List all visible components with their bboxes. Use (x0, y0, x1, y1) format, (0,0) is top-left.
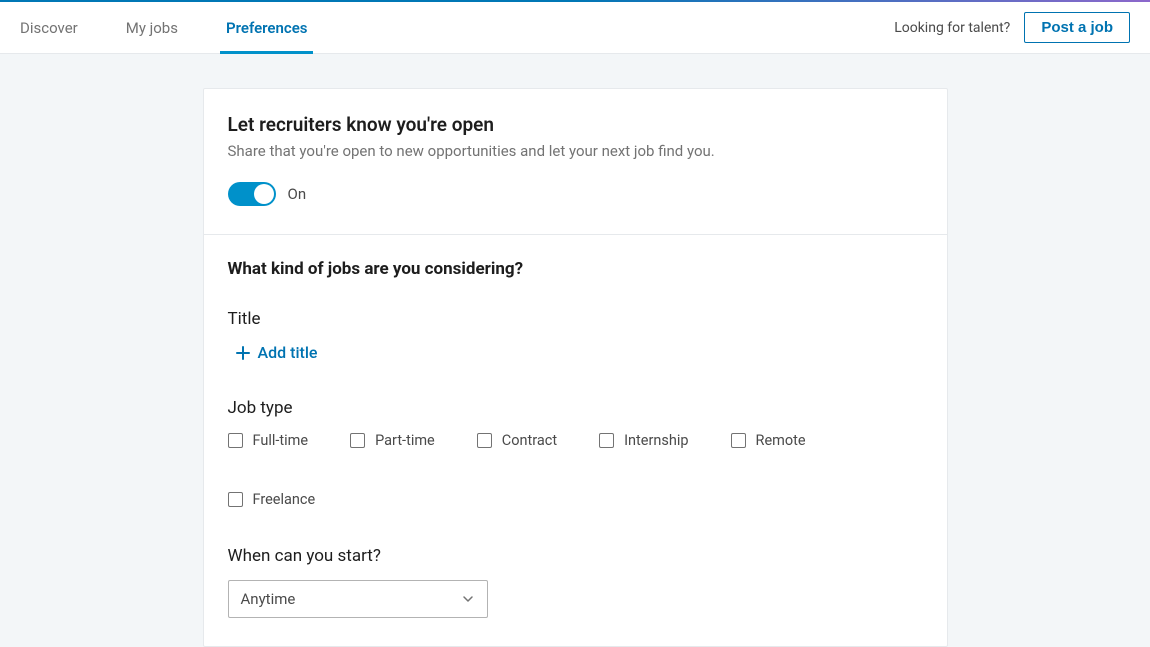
checkbox-label: Remote (756, 432, 806, 449)
open-to-work-section: Let recruiters know you're open Share th… (204, 89, 947, 235)
plus-icon (236, 346, 250, 360)
start-date-select-wrap: Anytime (228, 580, 488, 618)
tab-discover[interactable]: Discover (20, 2, 102, 54)
checkbox-label: Freelance (253, 491, 316, 508)
select-value: Anytime (241, 590, 296, 608)
section-subtitle: Share that you're open to new opportunit… (228, 142, 923, 160)
checkbox-remote[interactable]: Remote (731, 432, 806, 449)
checkbox-box (228, 492, 243, 507)
tab-my-jobs[interactable]: My jobs (102, 2, 202, 54)
job-type-field-label: Job type (228, 398, 923, 418)
section-title: Let recruiters know you're open (228, 113, 923, 136)
tab-label: My jobs (126, 19, 178, 37)
checkbox-label: Part-time (375, 432, 435, 449)
post-job-button[interactable]: Post a job (1024, 12, 1130, 43)
checkbox-label: Internship (624, 432, 688, 449)
checkbox-box (731, 433, 746, 448)
tab-preferences[interactable]: Preferences (202, 2, 332, 54)
nav-right: Looking for talent? Post a job (894, 12, 1130, 43)
checkbox-box (599, 433, 614, 448)
checkbox-part-time[interactable]: Part-time (350, 432, 435, 449)
preferences-card: Let recruiters know you're open Share th… (203, 88, 948, 647)
talent-prompt-text: Looking for talent? (894, 20, 1010, 36)
job-form-section: What kind of jobs are you considering? T… (204, 235, 947, 646)
chevron-down-icon (461, 592, 475, 606)
navbar: Discover My jobs Preferences Looking for… (0, 2, 1150, 54)
checkbox-full-time[interactable]: Full-time (228, 432, 309, 449)
job-type-options: Full-time Part-time Contract Internship … (228, 432, 923, 508)
add-title-button[interactable]: Add title (236, 343, 318, 362)
toggle-knob (254, 184, 274, 204)
title-field-label: Title (228, 309, 923, 329)
start-date-select[interactable]: Anytime (228, 580, 488, 618)
checkbox-freelance[interactable]: Freelance (228, 491, 316, 508)
open-toggle[interactable] (228, 182, 276, 206)
checkbox-label: Contract (502, 432, 557, 449)
tab-label: Preferences (226, 19, 308, 37)
checkbox-box (477, 433, 492, 448)
tab-label: Discover (20, 19, 78, 37)
checkbox-label: Full-time (253, 432, 309, 449)
checkbox-box (350, 433, 365, 448)
checkbox-contract[interactable]: Contract (477, 432, 557, 449)
jobs-question-heading: What kind of jobs are you considering? (228, 259, 923, 279)
open-toggle-row: On (228, 182, 923, 206)
content-wrap: Let recruiters know you're open Share th… (0, 54, 1150, 647)
checkbox-box (228, 433, 243, 448)
checkbox-internship[interactable]: Internship (599, 432, 688, 449)
start-date-field-label: When can you start? (228, 546, 923, 566)
toggle-state-label: On (288, 185, 307, 203)
nav-tabs: Discover My jobs Preferences (20, 2, 331, 54)
add-title-label: Add title (258, 343, 318, 362)
